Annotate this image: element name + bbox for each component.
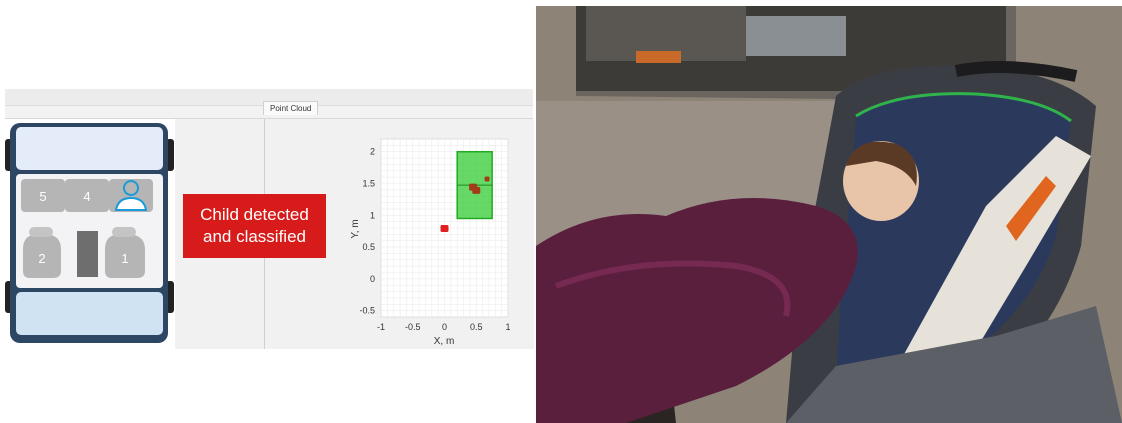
center-console bbox=[77, 231, 98, 277]
seat-5-label: 5 bbox=[39, 189, 46, 204]
window-orange-object bbox=[636, 51, 681, 63]
y-tick-label: -0.5 bbox=[359, 306, 375, 316]
tab-point-cloud[interactable]: Point Cloud bbox=[263, 101, 319, 115]
seat-4: 4 bbox=[65, 179, 109, 212]
x-tick-labels: -1 -0.5 0 0.5 1 bbox=[377, 322, 511, 332]
child-in-car-seat-photo bbox=[536, 6, 1122, 423]
x-axis-label: X, m bbox=[434, 336, 455, 347]
y-tick-label: 1.5 bbox=[362, 179, 375, 189]
point-cloud-plot: -1 -0.5 0 0.5 1 21.510.50-0.5 X, m Y, m bbox=[350, 138, 511, 347]
x-tick-label: 0.5 bbox=[470, 322, 483, 332]
front-windshield bbox=[16, 292, 163, 335]
car-cabin-diagram: 5 4 2 1 bbox=[5, 123, 174, 343]
seat-3 bbox=[109, 179, 153, 212]
seat-4-label: 4 bbox=[83, 189, 90, 204]
x-tick-label: 0 bbox=[442, 322, 447, 332]
seat-1-label: 1 bbox=[121, 251, 128, 266]
detection-alert: Child detected and classified bbox=[183, 194, 326, 258]
seat-2-label: 2 bbox=[38, 251, 45, 266]
y-tick-label: 0.5 bbox=[362, 242, 375, 252]
y-tick-label: 1 bbox=[370, 210, 375, 220]
point-cloud-point bbox=[472, 186, 481, 194]
x-tick-label: 1 bbox=[505, 322, 510, 332]
point-cloud-point bbox=[484, 176, 490, 182]
x-tick-label: -0.5 bbox=[405, 322, 421, 332]
y-tick-label: 2 bbox=[370, 147, 375, 157]
alert-line-1: Child detected bbox=[200, 205, 309, 224]
point-cloud-point bbox=[440, 225, 449, 232]
y-axis-label: Y, m bbox=[350, 219, 361, 238]
rear-window bbox=[16, 127, 163, 170]
y-tick-labels: 2 1.5 1 0.5 0 -0.5 bbox=[359, 147, 375, 316]
window-background-object bbox=[746, 16, 846, 56]
x-tick-label: -1 bbox=[377, 322, 385, 332]
y-tick-label: 0 bbox=[370, 274, 375, 284]
alert-line-2: and classified bbox=[202, 227, 306, 246]
seat-5: 5 bbox=[21, 179, 65, 212]
